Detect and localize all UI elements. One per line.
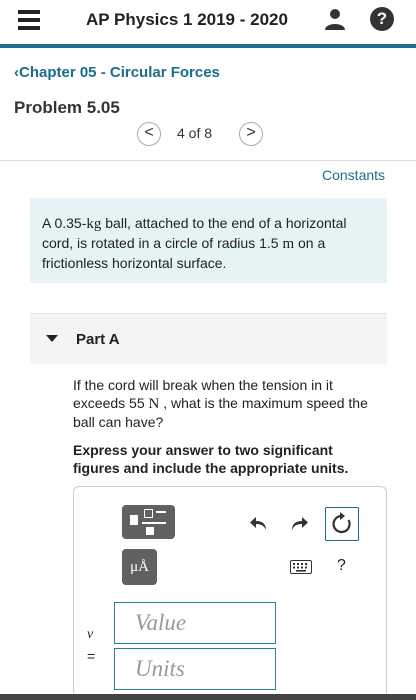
unit-m: m bbox=[282, 236, 295, 252]
variable-label: v bbox=[87, 627, 94, 642]
part-a-label: Part A bbox=[76, 331, 120, 348]
course-title: AP Physics 1 2019 - 2020 bbox=[86, 10, 288, 29]
unit-kg: kg bbox=[86, 216, 102, 232]
undo-icon[interactable] bbox=[248, 513, 270, 535]
units-placeholder: Units bbox=[135, 656, 185, 681]
chapter-link-label: Chapter 05 - Circular Forces bbox=[19, 64, 220, 81]
question-text: If the cord will break when the tension … bbox=[73, 376, 383, 431]
units-tool-button[interactable]: μÅ bbox=[122, 549, 157, 585]
app-header: AP Physics 1 2019 - 2020 ? bbox=[0, 0, 416, 44]
problem-statement: A 0.35-kg ball, attached to the end of a… bbox=[30, 198, 387, 283]
problem-text-1: A 0.35- bbox=[42, 215, 87, 231]
keyboard-icon[interactable] bbox=[290, 560, 312, 574]
constants-link[interactable]: Constants bbox=[322, 167, 385, 183]
problem-title: Problem 5.05 bbox=[14, 98, 120, 117]
editor-help-button[interactable]: ? bbox=[337, 557, 346, 575]
problem-position: 4 of 8 bbox=[177, 125, 213, 141]
bottom-bar bbox=[0, 694, 416, 700]
reset-button[interactable] bbox=[325, 507, 359, 541]
unit-n: N bbox=[148, 396, 160, 412]
header-divider bbox=[0, 44, 416, 48]
equals-sign: = bbox=[87, 648, 96, 664]
help-icon[interactable]: ? bbox=[370, 7, 394, 31]
user-icon[interactable] bbox=[323, 7, 347, 31]
problem-pager: < 4 of 8 > bbox=[0, 122, 416, 146]
section-divider bbox=[0, 160, 416, 161]
caret-down-icon[interactable] bbox=[46, 335, 58, 342]
hamburger-icon[interactable] bbox=[18, 10, 40, 30]
next-problem-button[interactable]: > bbox=[239, 122, 263, 146]
chapter-back-link[interactable]: ‹Chapter 05 - Circular Forces bbox=[14, 64, 220, 81]
part-a-header[interactable]: Part A bbox=[30, 313, 387, 364]
prev-problem-button[interactable]: < bbox=[137, 122, 161, 146]
value-input[interactable]: Value bbox=[114, 602, 276, 644]
templates-icon[interactable] bbox=[122, 505, 175, 539]
answer-instructions: Express your answer to two significant f… bbox=[73, 442, 349, 476]
value-placeholder: Value bbox=[135, 610, 187, 635]
units-input[interactable]: Units bbox=[114, 648, 276, 690]
redo-icon[interactable] bbox=[288, 513, 310, 535]
answer-editor: μÅ ? v = Value Units bbox=[73, 486, 387, 700]
